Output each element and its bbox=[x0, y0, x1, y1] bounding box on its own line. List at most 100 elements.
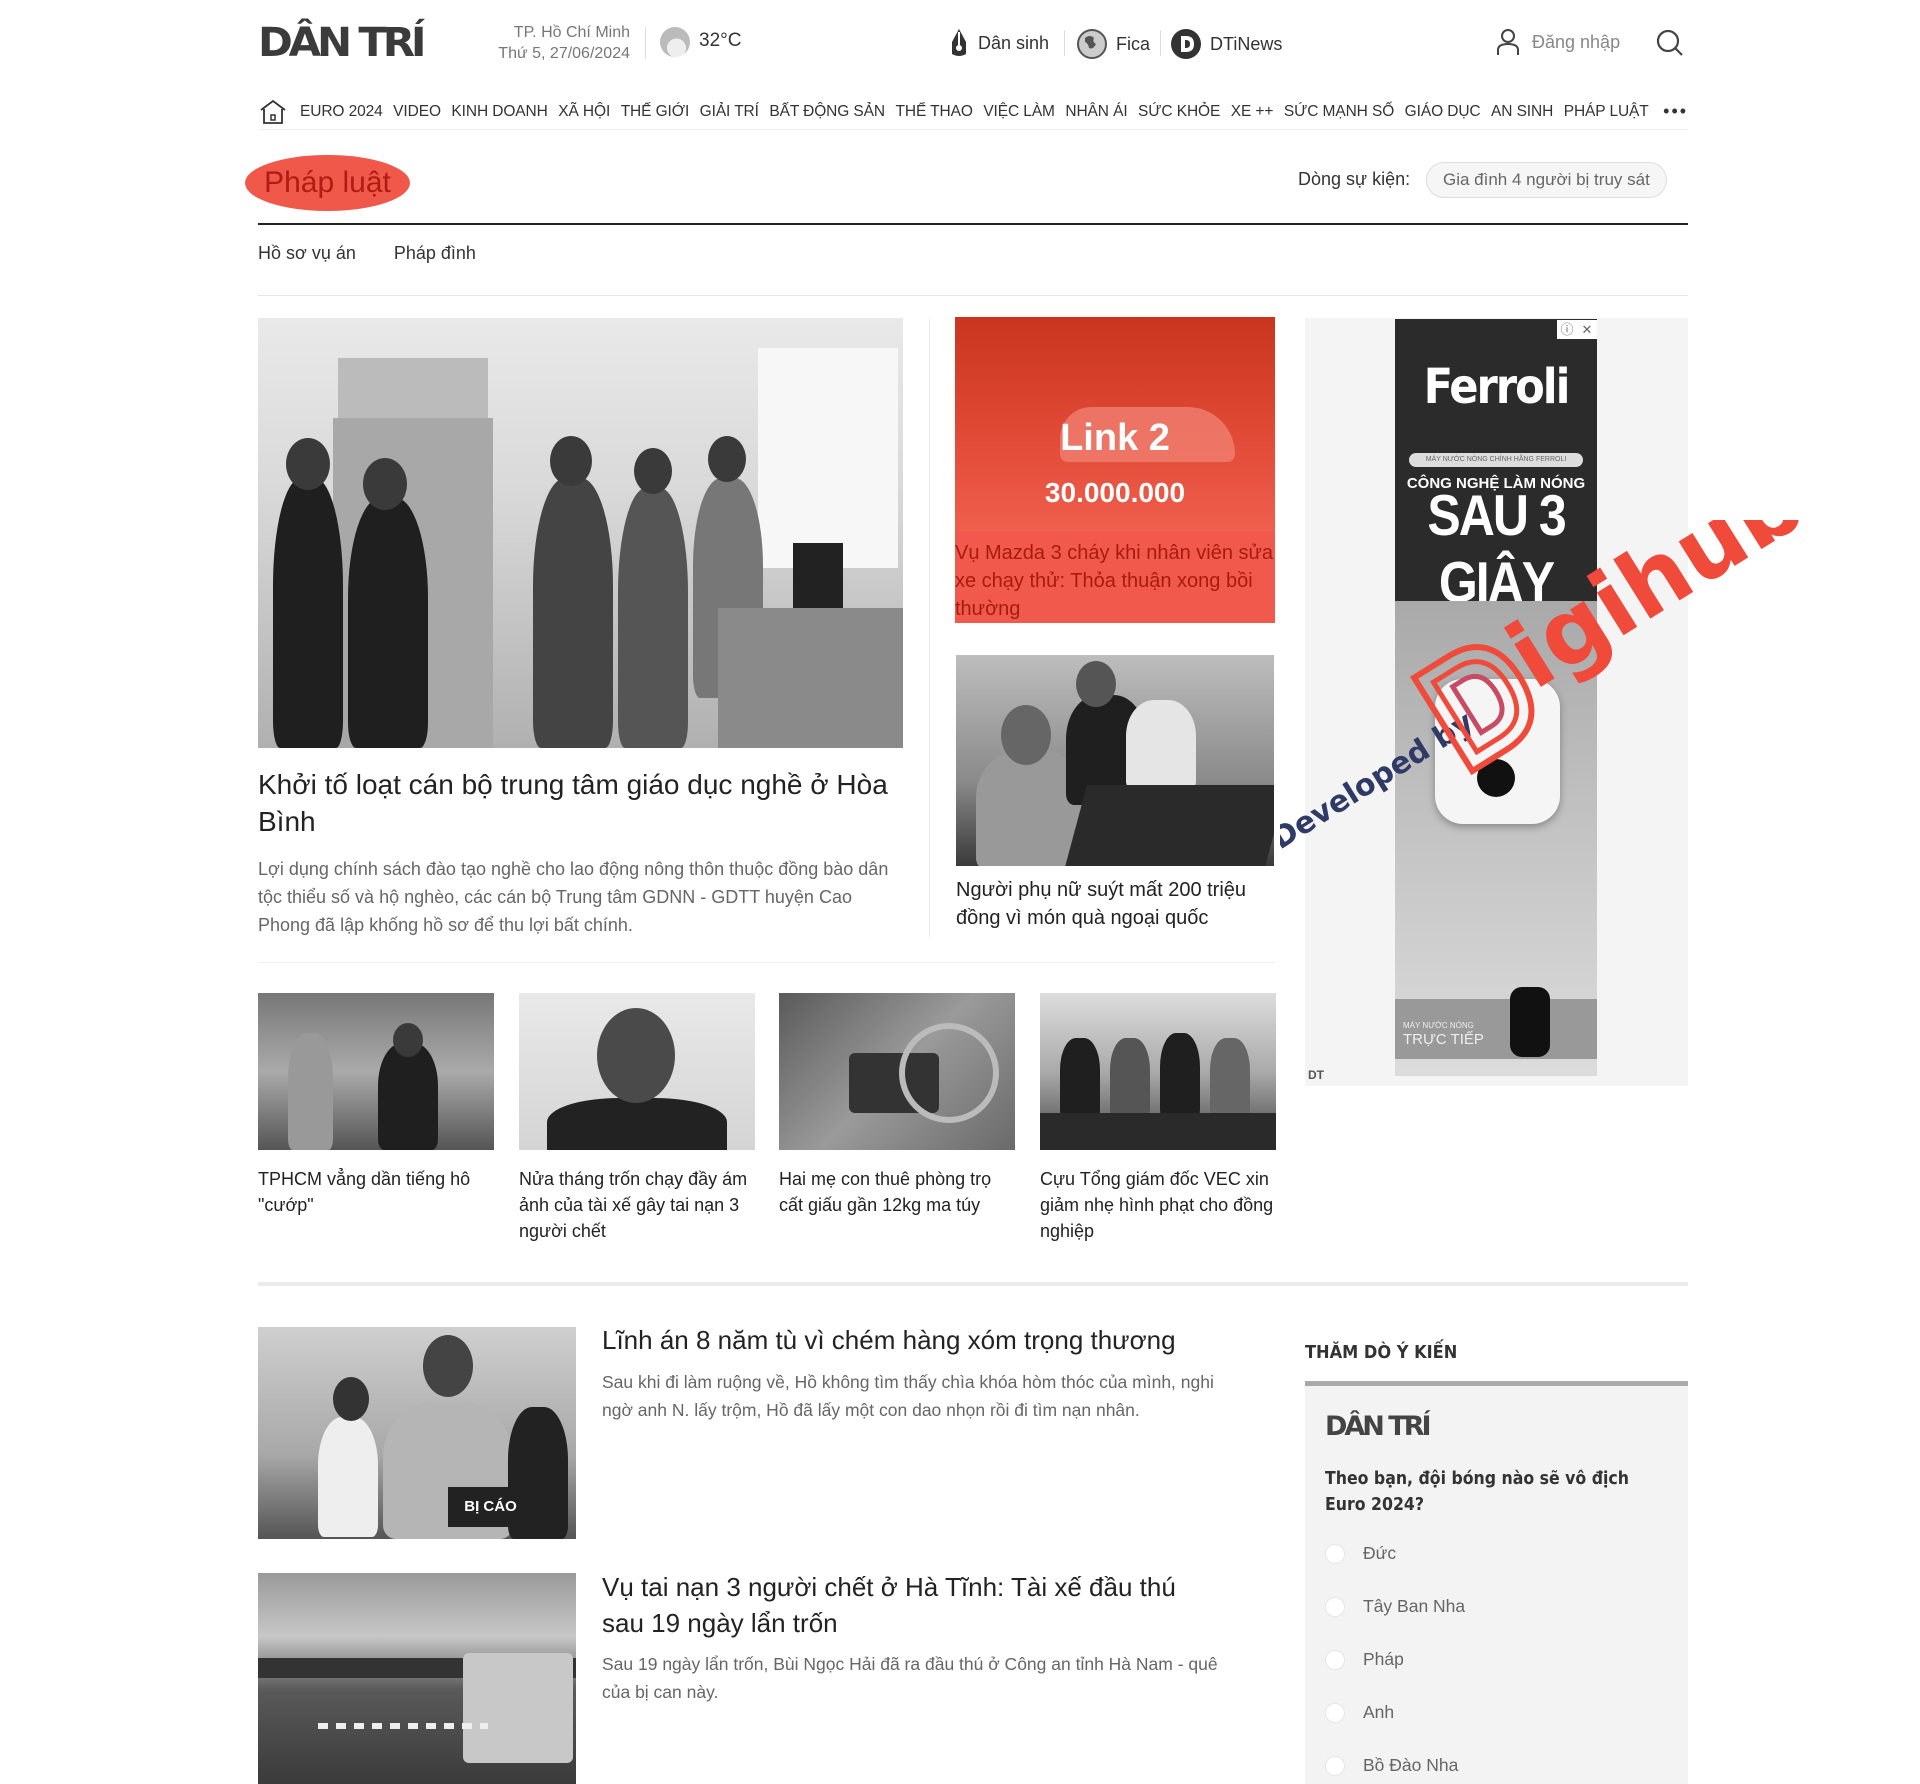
person-head bbox=[597, 1008, 675, 1103]
info-icon[interactable]: ⓘ bbox=[1557, 320, 1577, 339]
date-text: Thứ 5, 27/06/2024 bbox=[498, 45, 630, 62]
nav-item-video[interactable]: VIDEO bbox=[393, 103, 441, 121]
header-divider bbox=[645, 27, 646, 59]
search-button[interactable] bbox=[1655, 28, 1685, 58]
nav-item-the-thao[interactable]: THỂ THAO bbox=[896, 103, 973, 121]
category-title[interactable]: Pháp luật bbox=[245, 155, 410, 211]
card-image[interactable] bbox=[1040, 993, 1276, 1150]
nav-item-bat-dong-san[interactable]: BẤT ĐỘNG SẢN bbox=[769, 103, 885, 121]
nav-item-nhan-ai[interactable]: NHÂN ÁI bbox=[1065, 103, 1127, 121]
login-label: Đăng nhập bbox=[1532, 31, 1621, 52]
tab-ho-so-vu-an[interactable]: Hồ sơ vụ án bbox=[258, 243, 356, 264]
more-menu-icon[interactable]: ••• bbox=[1663, 101, 1688, 122]
person bbox=[1126, 700, 1196, 790]
poll-option[interactable]: Đức bbox=[1325, 1543, 1396, 1564]
cloud-sun-icon bbox=[660, 27, 690, 57]
poll-option[interactable]: Pháp bbox=[1325, 1649, 1404, 1670]
ad-dt-mark: DT bbox=[1308, 1068, 1324, 1082]
person bbox=[348, 498, 428, 748]
nav-item-euro-2024[interactable]: EURO 2024 bbox=[300, 103, 383, 121]
radio-button[interactable] bbox=[1325, 1596, 1345, 1617]
card-title[interactable]: Cựu Tổng giám đốc VEC xin giảm nhẹ hình … bbox=[1040, 1166, 1276, 1244]
person-head bbox=[393, 1023, 423, 1057]
nav-item-suc-manh-so[interactable]: SỨC MẠNH SỐ bbox=[1284, 103, 1394, 121]
category-divider bbox=[258, 223, 1688, 225]
side-article-title[interactable]: Người phụ nữ suýt mất 200 triệu đồng vì … bbox=[956, 876, 1276, 932]
person-head bbox=[333, 1377, 369, 1421]
list-article-image[interactable] bbox=[258, 1573, 576, 1784]
person bbox=[1060, 1038, 1100, 1118]
event-tag[interactable]: Gia đình 4 người bị truy sát bbox=[1426, 162, 1667, 198]
window bbox=[758, 348, 898, 568]
poll-option-label: Tây Ban Nha bbox=[1363, 1596, 1466, 1616]
ad-banner[interactable]: Ferroli MÁY NƯỚC NÓNG CHÍNH HÃNG FERROLI… bbox=[1395, 319, 1597, 1076]
crosswalk bbox=[318, 1723, 488, 1729]
nav-item-the-gioi[interactable]: THẾ GIỚI bbox=[621, 103, 690, 121]
partner-link-dtinews[interactable]: DTiNews bbox=[1170, 28, 1282, 60]
card-title[interactable]: Hai mẹ con thuê phòng trọ cất giấu gần 1… bbox=[779, 1166, 1015, 1218]
close-icon[interactable]: ✕ bbox=[1577, 320, 1597, 339]
radio-button[interactable] bbox=[1325, 1755, 1345, 1776]
person-head bbox=[363, 458, 407, 510]
nav-item-xe[interactable]: XE ++ bbox=[1231, 103, 1274, 121]
ad-pill: MÁY NƯỚC NÓNG CHÍNH HÃNG FERROLI bbox=[1409, 453, 1583, 467]
nav-item-suc-khoe[interactable]: SỨC KHỎE bbox=[1138, 103, 1220, 121]
person bbox=[273, 478, 343, 748]
bench bbox=[1040, 1113, 1276, 1150]
featured-image[interactable] bbox=[258, 318, 903, 748]
card-image[interactable] bbox=[519, 993, 755, 1150]
poll-option[interactable]: Tây Ban Nha bbox=[1325, 1596, 1465, 1617]
partner-link-fica[interactable]: Fica bbox=[1076, 28, 1150, 60]
person-head bbox=[550, 436, 592, 486]
nav-item-xa-hoi[interactable]: XÃ HỘI bbox=[558, 103, 610, 121]
login-button[interactable]: Đăng nhập bbox=[1496, 28, 1620, 56]
ad-controls: ⓘ ✕ bbox=[1557, 320, 1597, 339]
radio-button[interactable] bbox=[1325, 1543, 1345, 1564]
nav-item-viec-lam[interactable]: VIỆC LÀM bbox=[983, 103, 1055, 121]
person-head bbox=[634, 448, 672, 494]
promo-card[interactable]: Link 2 30.000.000 Vụ Mazda 3 cháy khi nh… bbox=[955, 317, 1275, 623]
promo-title: Vụ Mazda 3 cháy khi nhân viên sửa xe chạ… bbox=[955, 542, 1274, 620]
poll-heading: THĂM DÒ Ý KIẾN bbox=[1305, 1342, 1458, 1363]
partner-link-dan-sinh[interactable]: Dân sinh bbox=[948, 28, 1049, 58]
poll-option[interactable]: Anh bbox=[1325, 1702, 1394, 1723]
list-article-summary: Sau 19 ngày lẩn trốn, Bùi Ngọc Hải đã ra… bbox=[602, 1654, 1218, 1702]
card-title[interactable]: Nửa tháng trốn chạy đầy ám ảnh của tài x… bbox=[519, 1166, 755, 1244]
plate bbox=[899, 1023, 999, 1123]
d-circle-icon bbox=[1171, 29, 1201, 59]
person-head bbox=[286, 438, 330, 490]
dantri-logo[interactable]: DÂN TRÍ bbox=[258, 23, 427, 63]
poll-option-label: Đức bbox=[1363, 1543, 1397, 1563]
card-image[interactable] bbox=[779, 993, 1015, 1150]
home-icon[interactable] bbox=[258, 97, 288, 127]
nav-item-an-sinh[interactable]: AN SINH bbox=[1491, 103, 1553, 121]
nav-item-giao-duc[interactable]: GIÁO DỤC bbox=[1405, 103, 1481, 121]
partner-divider bbox=[1160, 30, 1161, 56]
defendant-sign: BỊ CÁO bbox=[448, 1487, 533, 1527]
user-icon bbox=[1497, 29, 1519, 55]
person bbox=[288, 1033, 333, 1150]
search-icon bbox=[1656, 29, 1683, 56]
list-article-title[interactable]: Vụ tai nạn 3 người chết ở Hà Tĩnh: Tài x… bbox=[602, 1569, 1222, 1641]
poll-option[interactable]: Bồ Đào Nha bbox=[1325, 1755, 1458, 1776]
ad-bottom-big: TRỰC TIẾP bbox=[1403, 1031, 1484, 1048]
side-article-image[interactable] bbox=[956, 655, 1274, 866]
person-head bbox=[1001, 705, 1051, 765]
list-article-summary: Sau khi đi làm ruộng về, Hồ không tìm th… bbox=[602, 1372, 1214, 1420]
nav-item-phap-luat[interactable]: PHÁP LUẬT bbox=[1564, 103, 1649, 121]
card-title[interactable]: TPHCM vẳng dần tiếng hô "cướp" bbox=[258, 1166, 494, 1218]
nav-item-kinh-doanh[interactable]: KINH DOANH bbox=[451, 103, 547, 121]
location-date: TP. Hồ Chí Minh Thứ 5, 27/06/2024 bbox=[455, 22, 630, 64]
poll-widget: DÂN TRÍ Theo bạn, đội bóng nào sẽ vô địc… bbox=[1305, 1381, 1688, 1784]
featured-title[interactable]: Khởi tố loạt cán bộ trung tâm giáo dục n… bbox=[258, 766, 908, 840]
card-image[interactable] bbox=[258, 993, 494, 1150]
radio-button[interactable] bbox=[1325, 1649, 1345, 1670]
list-article-title[interactable]: Lĩnh án 8 năm tù vì chém hàng xóm trọng … bbox=[602, 1322, 1222, 1358]
radio-button[interactable] bbox=[1325, 1702, 1345, 1723]
tab-phap-dinh[interactable]: Pháp đình bbox=[394, 243, 476, 264]
nav-item-giai-tri[interactable]: GIẢI TRÍ bbox=[700, 103, 759, 121]
poll-question: Theo bạn, đội bóng nào sẽ vô địch Euro 2… bbox=[1325, 1469, 1629, 1515]
ad-line2: SAU 3 GIÂY bbox=[1427, 483, 1566, 615]
list-article-image[interactable]: BỊ CÁO bbox=[258, 1327, 576, 1539]
person-head bbox=[708, 436, 746, 482]
